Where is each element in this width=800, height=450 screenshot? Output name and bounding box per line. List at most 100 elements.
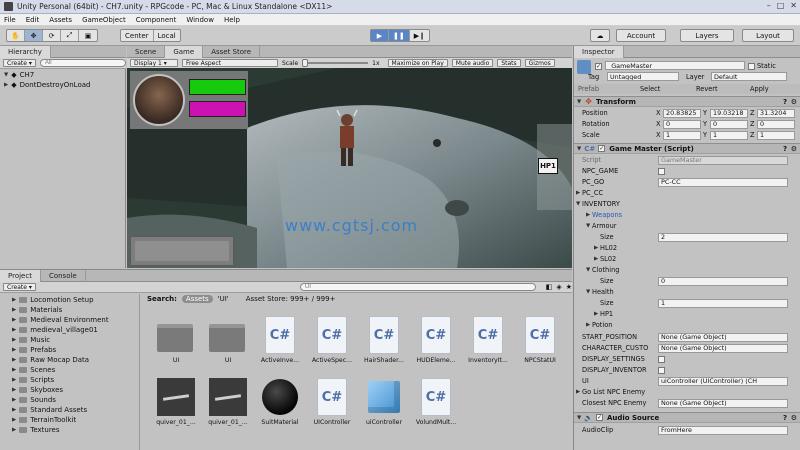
scale-slider-thumb[interactable] — [302, 59, 309, 67]
expand-icon[interactable]: ▼ — [577, 146, 581, 152]
weapons-row[interactable]: ▶ Weapons — [574, 210, 800, 220]
asset-tile[interactable]: C# VolundMult... — [411, 378, 461, 434]
static-checkbox[interactable] — [748, 63, 755, 70]
rotation-z-field[interactable]: 0 — [757, 119, 795, 129]
expand-icon[interactable]: ▼ — [586, 289, 590, 295]
help-icon[interactable]: ? — [783, 414, 787, 422]
folder-item[interactable]: ▶ medieval_village01 — [12, 326, 98, 334]
audio-enabled-checkbox[interactable] — [595, 414, 603, 421]
expand-icon[interactable]: ▼ — [4, 72, 8, 78]
prefab-revert-button[interactable]: Revert — [696, 85, 718, 93]
npc-game-checkbox[interactable] — [658, 167, 665, 175]
expand-icon[interactable]: ▶ — [12, 427, 16, 433]
pivot-center-button[interactable]: Center — [121, 30, 154, 41]
start-position-field[interactable]: None (Game Object) — [658, 332, 788, 342]
asset-tile[interactable]: quiver_01_... — [203, 378, 253, 434]
step-button[interactable]: ▶❙ — [410, 30, 429, 41]
hand-tool-icon[interactable]: ✋ — [7, 30, 25, 41]
move-tool-icon[interactable]: ✥ — [25, 30, 43, 41]
sl02-row[interactable]: ▶ SL02 — [574, 254, 800, 264]
folder-item[interactable]: ▶ Scenes — [12, 366, 55, 374]
expand-icon[interactable]: ▼ — [577, 415, 581, 421]
pc-go-field[interactable]: PC-CC — [658, 177, 788, 187]
pc-cc-row[interactable]: ▶ PC_CC — [574, 188, 800, 198]
expand-icon[interactable]: ▶ — [576, 190, 580, 196]
transform-header[interactable]: ▼ ✥ Transform ? ⚙ — [574, 96, 800, 107]
project-search-input[interactable] — [299, 283, 536, 291]
rotate-tool-icon[interactable]: ⟳ — [43, 30, 61, 41]
filter-label-icon[interactable]: ◈ — [556, 283, 561, 291]
menu-window[interactable]: Window — [186, 16, 214, 24]
armour-size-field[interactable]: 2 — [658, 232, 788, 242]
expand-icon[interactable]: ▶ — [12, 297, 16, 303]
expand-icon[interactable]: ▶ — [12, 327, 16, 333]
potion-row[interactable]: ▶ Potion — [574, 320, 800, 330]
rotation-x-field[interactable]: 0 — [663, 119, 701, 129]
gamemaster-script-header[interactable]: ▼ C# Game Master (Script) ? ⚙ — [574, 143, 800, 154]
rotation-y-field[interactable]: 0 — [710, 119, 748, 129]
folder-item[interactable]: ▶ Scripts — [12, 376, 54, 384]
folder-item[interactable]: ▶ Textures — [12, 426, 60, 434]
expand-icon[interactable]: ▶ — [594, 245, 598, 251]
hl02-row[interactable]: ▶ HL02 — [574, 243, 800, 253]
asset-tile[interactable]: C# UIController — [307, 378, 357, 434]
prefab-select-button[interactable]: Select — [640, 85, 660, 93]
pause-button[interactable]: ❚❚ — [389, 30, 410, 41]
scale-tool-icon[interactable]: ⤢ — [61, 30, 79, 41]
expand-icon[interactable]: ▶ — [586, 212, 590, 218]
asset-tile[interactable]: C# ActiveInve... — [255, 316, 305, 372]
expand-icon[interactable]: ▶ — [12, 377, 16, 383]
maximize-on-play-button[interactable]: Maximize on Play — [387, 59, 448, 67]
health-row[interactable]: ▼ Health — [574, 287, 800, 297]
tab-scene[interactable]: Scene — [127, 45, 166, 58]
expand-icon[interactable]: ▼ — [586, 223, 590, 229]
clothing-size-field[interactable]: 0 — [658, 276, 788, 286]
cloud-button[interactable]: ☁ — [590, 29, 610, 42]
close-icon[interactable]: ✕ — [790, 1, 797, 10]
folder-item[interactable]: ▶ Music — [12, 336, 50, 344]
project-create-button[interactable]: Create ▾ — [3, 283, 36, 291]
folder-item[interactable]: ▶ Raw Mocap Data — [12, 356, 89, 364]
stats-button[interactable]: Stats — [497, 59, 521, 67]
scope-ui-button[interactable]: 'UI' — [218, 295, 229, 303]
expand-icon[interactable]: ▶ — [12, 387, 16, 393]
pivot-local-button[interactable]: Local — [154, 30, 180, 41]
audio-clip-field[interactable]: FromHere — [658, 425, 788, 435]
expand-icon[interactable]: ▼ — [576, 201, 580, 207]
tab-hierarchy[interactable]: Hierarchy — [0, 45, 51, 58]
clothing-row[interactable]: ▼ Clothing — [574, 265, 800, 275]
minimize-icon[interactable]: – — [767, 1, 771, 10]
tab-project[interactable]: Project — [0, 269, 41, 282]
tab-asset-store[interactable]: Asset Store — [203, 45, 261, 58]
script-enabled-checkbox[interactable] — [598, 145, 606, 152]
menu-help[interactable]: Help — [224, 16, 240, 24]
expand-icon[interactable]: ▶ — [12, 317, 16, 323]
expand-icon[interactable]: ▶ — [12, 357, 16, 363]
character-custom-field[interactable]: None (Game Object) — [658, 343, 788, 353]
hierarchy-item-ch7[interactable]: ▼ ◆ CH7 — [4, 71, 34, 79]
expand-icon[interactable]: ▶ — [12, 307, 16, 313]
folder-item[interactable]: ▶ Prefabs — [12, 346, 56, 354]
game-viewport[interactable]: HP1 www.cgtsj.com — [127, 68, 572, 268]
gear-icon[interactable]: ⚙ — [791, 145, 797, 153]
prefab-apply-button[interactable]: Apply — [750, 85, 769, 93]
expand-icon[interactable]: ▶ — [12, 417, 16, 423]
folder-item[interactable]: ▶ Standard Assets — [12, 406, 87, 414]
asset-tile[interactable]: C# ActiveSpec... — [307, 316, 357, 372]
asset-tile[interactable]: SuitMaterial — [255, 378, 305, 434]
display-dropdown[interactable]: Display 1 ▾ — [130, 59, 178, 67]
closest-npc-field[interactable]: None (Game Object) — [658, 398, 788, 408]
expand-icon[interactable]: ▶ — [12, 367, 16, 373]
aspect-dropdown[interactable]: Free Aspect — [182, 59, 278, 67]
tag-dropdown[interactable]: Untagged — [607, 72, 679, 81]
folder-item[interactable]: ▶ TerrainToolkit — [12, 416, 76, 424]
position-x-field[interactable]: 20.83825 — [663, 108, 701, 118]
scale-slider[interactable] — [302, 59, 369, 67]
scale-y-field[interactable]: 1 — [710, 130, 748, 140]
armour-row[interactable]: ▼ Armour — [574, 221, 800, 231]
play-button[interactable]: ▶ — [371, 30, 389, 41]
help-icon[interactable]: ? — [783, 145, 787, 153]
health-size-field[interactable]: 1 — [658, 298, 788, 308]
expand-icon[interactable]: ▶ — [576, 389, 580, 395]
asset-tile[interactable]: UI — [151, 316, 201, 372]
